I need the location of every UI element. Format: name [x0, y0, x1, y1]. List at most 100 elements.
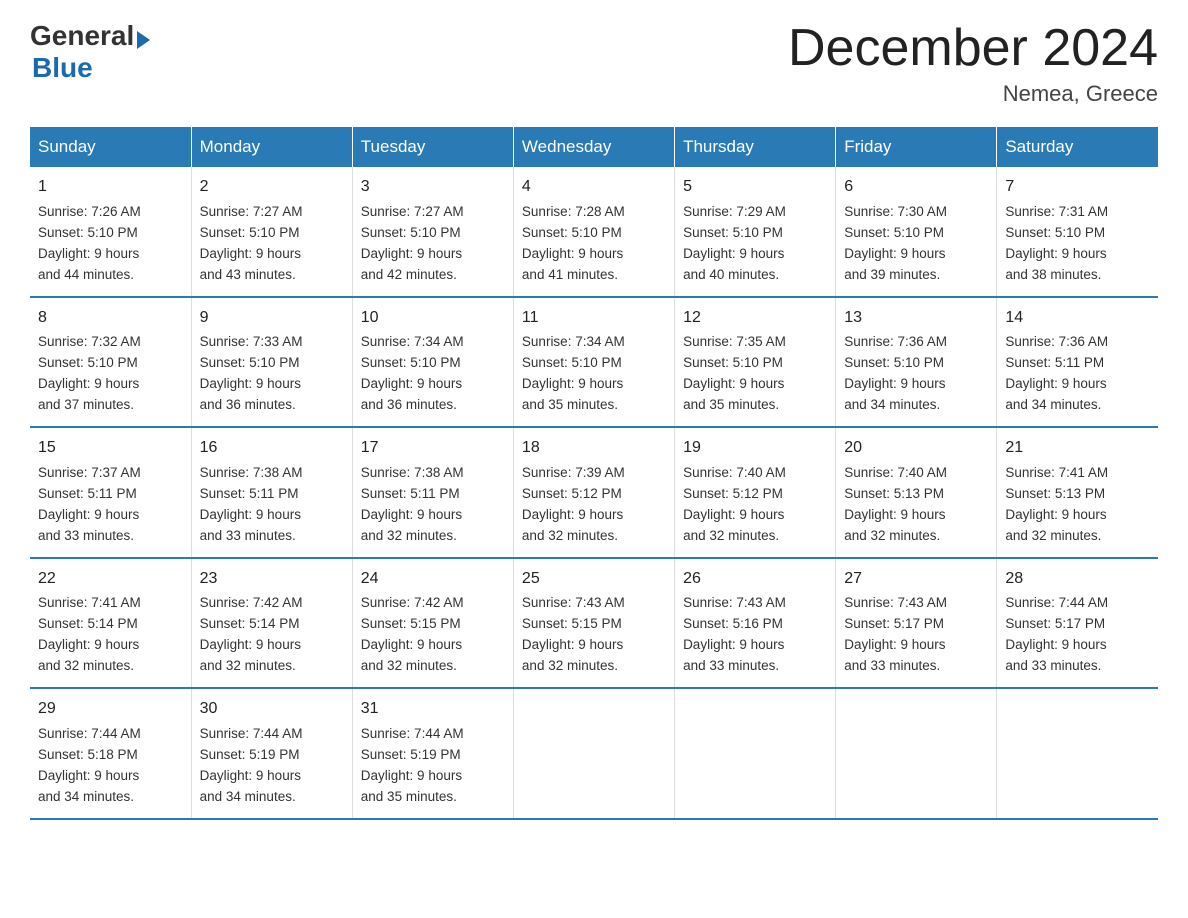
location: Nemea, Greece — [788, 81, 1158, 107]
header-wednesday: Wednesday — [513, 127, 674, 167]
day-info: Sunrise: 7:43 AMSunset: 5:16 PMDaylight:… — [683, 595, 786, 673]
calendar-week-row: 8 Sunrise: 7:32 AMSunset: 5:10 PMDaylight… — [30, 297, 1158, 427]
day-info: Sunrise: 7:44 AMSunset: 5:19 PMDaylight:… — [200, 726, 303, 804]
calendar-cell: 29 Sunrise: 7:44 AMSunset: 5:18 PMDayligh… — [30, 688, 191, 818]
day-info: Sunrise: 7:27 AMSunset: 5:10 PMDaylight:… — [200, 204, 303, 282]
day-number: 6 — [844, 175, 988, 200]
calendar-week-row: 22 Sunrise: 7:41 AMSunset: 5:14 PMDayligh… — [30, 558, 1158, 688]
day-info: Sunrise: 7:34 AMSunset: 5:10 PMDaylight:… — [522, 334, 625, 412]
header-monday: Monday — [191, 127, 352, 167]
logo: General Blue — [30, 20, 150, 84]
month-title: December 2024 — [788, 20, 1158, 77]
day-info: Sunrise: 7:41 AMSunset: 5:13 PMDaylight:… — [1005, 465, 1108, 543]
header-tuesday: Tuesday — [352, 127, 513, 167]
calendar-cell: 17Sunrise: 7:38 AMSunset: 5:11 PMDayligh… — [352, 427, 513, 557]
calendar-cell — [997, 688, 1158, 818]
day-number: 29 — [38, 697, 183, 722]
day-info: Sunrise: 7:37 AMSunset: 5:11 PMDaylight:… — [38, 465, 141, 543]
calendar-cell: 5 Sunrise: 7:29 AMSunset: 5:10 PMDaylight… — [675, 167, 836, 296]
calendar-header-row: SundayMondayTuesdayWednesdayThursdayFrid… — [30, 127, 1158, 167]
day-number: 30 — [200, 697, 344, 722]
day-number: 24 — [361, 567, 505, 592]
calendar-cell: 14 Sunrise: 7:36 AMSunset: 5:11 PMDayligh… — [997, 297, 1158, 427]
calendar-cell: 19 Sunrise: 7:40 AMSunset: 5:12 PMDayligh… — [675, 427, 836, 557]
day-number: 9 — [200, 306, 344, 331]
calendar-cell: 26 Sunrise: 7:43 AMSunset: 5:16 PMDayligh… — [675, 558, 836, 688]
calendar-cell: 10Sunrise: 7:34 AMSunset: 5:10 PMDayligh… — [352, 297, 513, 427]
calendar-cell: 28Sunrise: 7:44 AMSunset: 5:17 PMDayligh… — [997, 558, 1158, 688]
calendar-cell: 31Sunrise: 7:44 AMSunset: 5:19 PMDayligh… — [352, 688, 513, 818]
header-thursday: Thursday — [675, 127, 836, 167]
day-number: 26 — [683, 567, 827, 592]
day-number: 11 — [522, 306, 666, 331]
day-info: Sunrise: 7:30 AMSunset: 5:10 PMDaylight:… — [844, 204, 947, 282]
day-info: Sunrise: 7:36 AMSunset: 5:10 PMDaylight:… — [844, 334, 947, 412]
day-info: Sunrise: 7:36 AMSunset: 5:11 PMDaylight:… — [1005, 334, 1108, 412]
calendar-cell: 20Sunrise: 7:40 AMSunset: 5:13 PMDayligh… — [836, 427, 997, 557]
day-number: 17 — [361, 436, 505, 461]
calendar-cell: 25Sunrise: 7:43 AMSunset: 5:15 PMDayligh… — [513, 558, 674, 688]
calendar-cell — [513, 688, 674, 818]
day-info: Sunrise: 7:26 AMSunset: 5:10 PMDaylight:… — [38, 204, 141, 282]
calendar-cell: 27 Sunrise: 7:43 AMSunset: 5:17 PMDayligh… — [836, 558, 997, 688]
day-number: 2 — [200, 175, 344, 200]
day-info: Sunrise: 7:42 AMSunset: 5:14 PMDaylight:… — [200, 595, 303, 673]
day-info: Sunrise: 7:44 AMSunset: 5:17 PMDaylight:… — [1005, 595, 1108, 673]
day-number: 8 — [38, 306, 183, 331]
calendar-cell: 18 Sunrise: 7:39 AMSunset: 5:12 PMDayligh… — [513, 427, 674, 557]
calendar-cell: 23 Sunrise: 7:42 AMSunset: 5:14 PMDayligh… — [191, 558, 352, 688]
day-info: Sunrise: 7:31 AMSunset: 5:10 PMDaylight:… — [1005, 204, 1108, 282]
day-number: 7 — [1005, 175, 1150, 200]
calendar-cell — [836, 688, 997, 818]
day-info: Sunrise: 7:29 AMSunset: 5:10 PMDaylight:… — [683, 204, 786, 282]
day-number: 19 — [683, 436, 827, 461]
day-info: Sunrise: 7:32 AMSunset: 5:10 PMDaylight:… — [38, 334, 141, 412]
day-info: Sunrise: 7:38 AMSunset: 5:11 PMDaylight:… — [200, 465, 303, 543]
day-number: 23 — [200, 567, 344, 592]
calendar-cell: 21 Sunrise: 7:41 AMSunset: 5:13 PMDayligh… — [997, 427, 1158, 557]
calendar-cell — [675, 688, 836, 818]
title-area: December 2024 Nemea, Greece — [788, 20, 1158, 107]
day-info: Sunrise: 7:40 AMSunset: 5:12 PMDaylight:… — [683, 465, 786, 543]
logo-general-text: General — [30, 20, 134, 52]
day-number: 5 — [683, 175, 827, 200]
calendar-cell: 4 Sunrise: 7:28 AMSunset: 5:10 PMDaylight… — [513, 167, 674, 296]
day-info: Sunrise: 7:39 AMSunset: 5:12 PMDaylight:… — [522, 465, 625, 543]
day-info: Sunrise: 7:42 AMSunset: 5:15 PMDaylight:… — [361, 595, 464, 673]
header-friday: Friday — [836, 127, 997, 167]
page-header: General Blue December 2024 Nemea, Greece — [30, 20, 1158, 107]
day-number: 22 — [38, 567, 183, 592]
day-number: 21 — [1005, 436, 1150, 461]
calendar-cell: 22 Sunrise: 7:41 AMSunset: 5:14 PMDayligh… — [30, 558, 191, 688]
day-number: 4 — [522, 175, 666, 200]
day-number: 18 — [522, 436, 666, 461]
calendar-cell: 16Sunrise: 7:38 AMSunset: 5:11 PMDayligh… — [191, 427, 352, 557]
day-number: 15 — [38, 436, 183, 461]
day-info: Sunrise: 7:34 AMSunset: 5:10 PMDaylight:… — [361, 334, 464, 412]
calendar-cell: 13 Sunrise: 7:36 AMSunset: 5:10 PMDayligh… — [836, 297, 997, 427]
day-number: 14 — [1005, 306, 1150, 331]
day-number: 31 — [361, 697, 505, 722]
day-info: Sunrise: 7:28 AMSunset: 5:10 PMDaylight:… — [522, 204, 625, 282]
day-info: Sunrise: 7:35 AMSunset: 5:10 PMDaylight:… — [683, 334, 786, 412]
calendar-cell: 30 Sunrise: 7:44 AMSunset: 5:19 PMDayligh… — [191, 688, 352, 818]
calendar-cell: 6 Sunrise: 7:30 AMSunset: 5:10 PMDaylight… — [836, 167, 997, 296]
day-number: 1 — [38, 175, 183, 200]
day-number: 13 — [844, 306, 988, 331]
calendar-cell: 3Sunrise: 7:27 AMSunset: 5:10 PMDaylight… — [352, 167, 513, 296]
header-sunday: Sunday — [30, 127, 191, 167]
day-info: Sunrise: 7:41 AMSunset: 5:14 PMDaylight:… — [38, 595, 141, 673]
day-number: 3 — [361, 175, 505, 200]
day-number: 27 — [844, 567, 988, 592]
calendar-week-row: 15 Sunrise: 7:37 AMSunset: 5:11 PMDayligh… — [30, 427, 1158, 557]
calendar-cell: 8 Sunrise: 7:32 AMSunset: 5:10 PMDaylight… — [30, 297, 191, 427]
day-number: 12 — [683, 306, 827, 331]
calendar-cell: 24 Sunrise: 7:42 AMSunset: 5:15 PMDayligh… — [352, 558, 513, 688]
day-info: Sunrise: 7:43 AMSunset: 5:15 PMDaylight:… — [522, 595, 625, 673]
logo-blue-text: Blue — [32, 52, 93, 84]
day-info: Sunrise: 7:43 AMSunset: 5:17 PMDaylight:… — [844, 595, 947, 673]
calendar-cell: 1 Sunrise: 7:26 AMSunset: 5:10 PMDaylight… — [30, 167, 191, 296]
calendar-cell: 9Sunrise: 7:33 AMSunset: 5:10 PMDaylight… — [191, 297, 352, 427]
day-info: Sunrise: 7:44 AMSunset: 5:18 PMDaylight:… — [38, 726, 141, 804]
header-saturday: Saturday — [997, 127, 1158, 167]
